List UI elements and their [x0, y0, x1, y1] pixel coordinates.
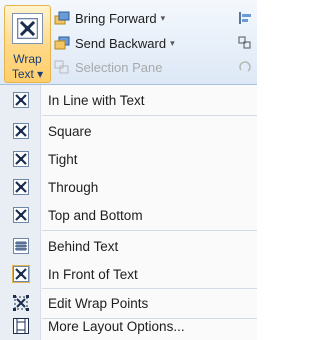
chevron-down-icon[interactable]: ▾: [161, 13, 166, 24]
arrange-ribbon-group: Wrap Text ▾ Bring Forward ▾ Send Backwar…: [0, 0, 257, 85]
menu-item-label: Edit Wrap Points: [48, 295, 149, 311]
menu-item-through[interactable]: Through: [0, 173, 257, 201]
menu-item-label: Top and Bottom: [48, 207, 143, 223]
menu-item-square[interactable]: Square: [0, 117, 257, 145]
menu-item-top-and-bottom[interactable]: Top and Bottom: [0, 201, 257, 229]
selection-pane-icon: [54, 60, 69, 74]
send-backward-label: Send Backward: [75, 35, 167, 51]
in-front-of-text-icon: [12, 265, 30, 283]
send-backward-button[interactable]: Send Backward ▾: [54, 32, 175, 54]
top-and-bottom-wrap-icon: [13, 207, 29, 223]
menu-item-label: More Layout Options...: [48, 318, 185, 334]
menu-item-label: Square: [48, 123, 92, 139]
align-icon[interactable]: [238, 11, 252, 25]
in-line-with-text-icon: [13, 92, 29, 108]
menu-item-label: Tight: [48, 151, 78, 167]
selection-pane-label: Selection Pane: [75, 59, 163, 75]
menu-item-label: Behind Text: [48, 238, 119, 254]
rotate-icon[interactable]: [238, 60, 252, 74]
menu-item-tight[interactable]: Tight: [0, 145, 257, 173]
through-wrap-icon: [13, 179, 29, 195]
menu-item-more-layout-options[interactable]: More Layout Options...: [0, 312, 257, 340]
selection-pane-button[interactable]: Selection Pane: [54, 56, 162, 78]
menu-item-in-front-of-text[interactable]: In Front of Text: [0, 260, 257, 288]
wrap-text-label: Wrap: [13, 52, 42, 66]
chevron-down-icon[interactable]: ▾: [170, 38, 175, 49]
wrap-text-button[interactable]: Wrap Text ▾: [4, 5, 51, 83]
tight-wrap-icon: [13, 151, 29, 167]
bring-forward-button[interactable]: Bring Forward ▾: [54, 7, 165, 29]
send-backward-icon: [54, 36, 70, 50]
behind-text-icon: [13, 238, 29, 254]
square-wrap-icon: [13, 123, 29, 139]
wrap-text-menu: In Line with Text Square Tight Through T…: [0, 85, 257, 340]
wrap-text-icon: [12, 13, 43, 44]
wrap-text-dropdown-label: Text ▾: [11, 67, 44, 81]
bring-forward-label: Bring Forward: [75, 10, 157, 26]
bring-forward-icon: [54, 11, 70, 25]
more-layout-options-icon: [13, 318, 29, 334]
menu-separator: [42, 115, 257, 116]
menu-item-behind-text[interactable]: Behind Text: [0, 232, 257, 260]
menu-item-label: In Front of Text: [48, 266, 138, 282]
menu-separator: [42, 230, 257, 231]
edit-wrap-points-icon: [13, 295, 29, 311]
group-icon[interactable]: [238, 36, 252, 50]
menu-item-label: In Line with Text: [48, 92, 145, 108]
menu-item-in-line-with-text[interactable]: In Line with Text: [0, 86, 257, 114]
menu-item-label: Through: [48, 179, 99, 195]
